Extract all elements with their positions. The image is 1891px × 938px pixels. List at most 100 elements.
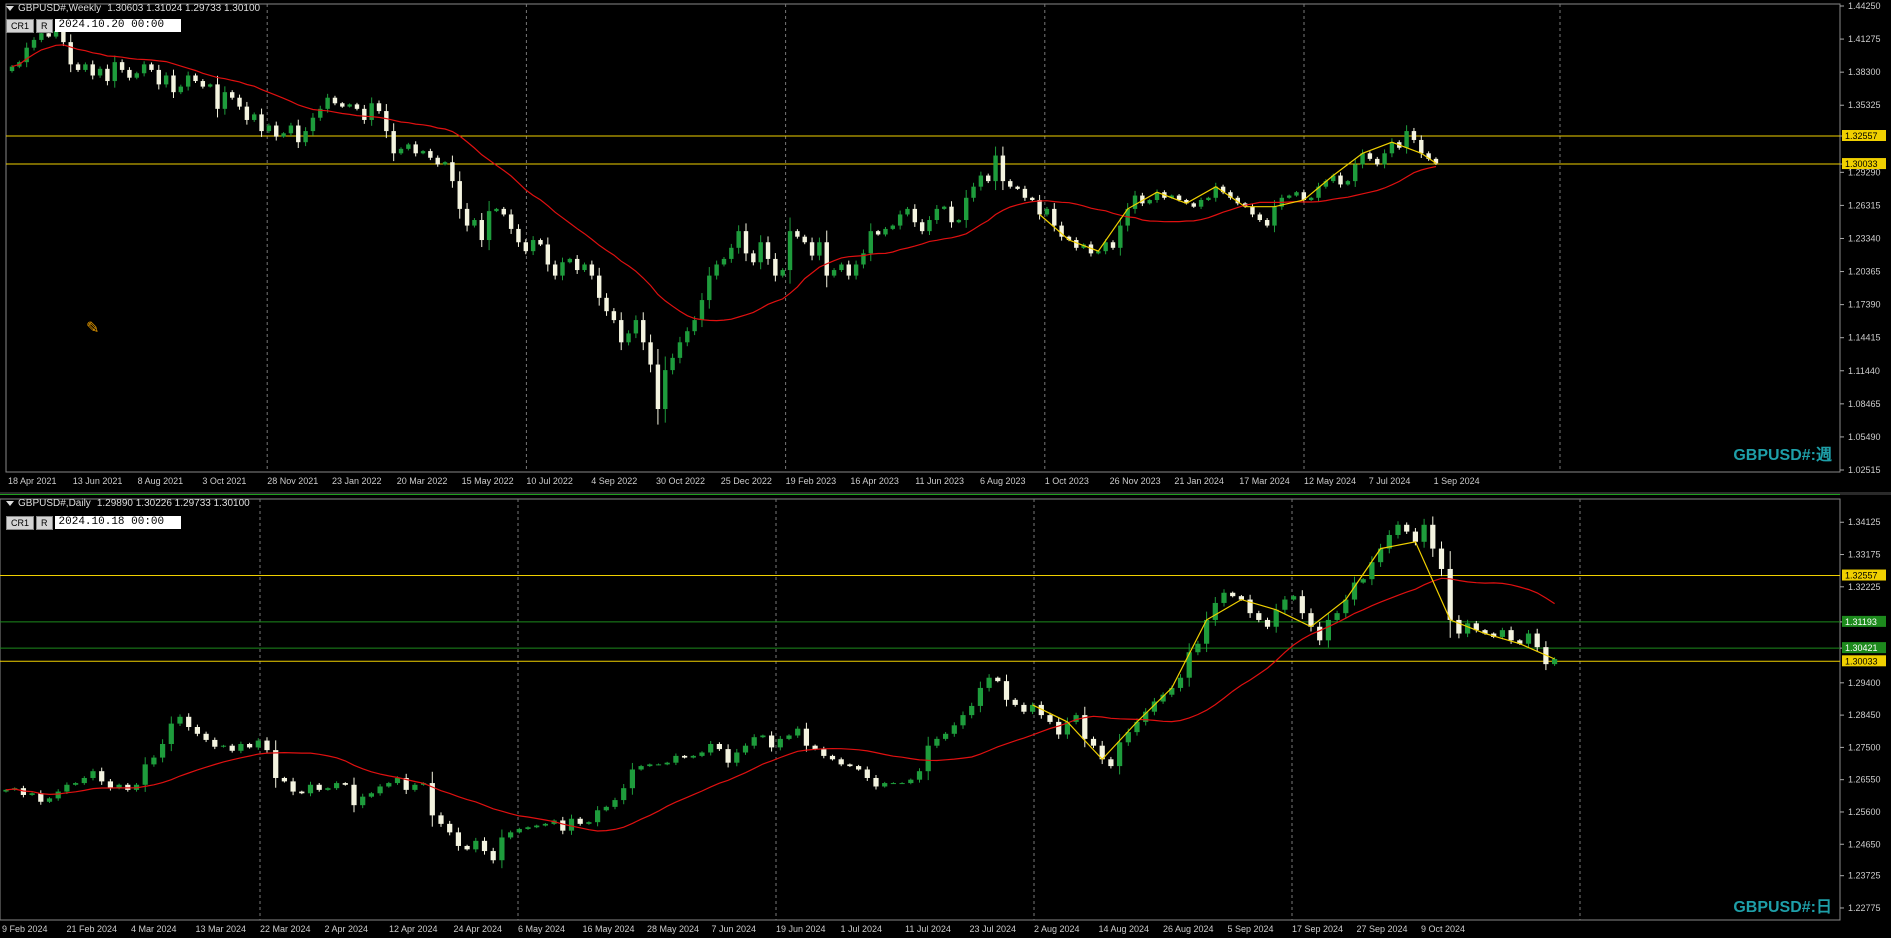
daily-cr1-button[interactable]: CR1 [6,516,35,530]
candle-body [31,39,37,48]
pencil-icon[interactable]: ✎ [86,318,99,338]
candle-body [266,125,272,132]
time-tick-label: 21 Jan 2024 [1174,476,1224,486]
weekly-date-input[interactable]: 2024.10.20 00:00 [54,19,181,32]
candle-body [1264,220,1270,226]
candle-body [288,125,294,134]
candle-body [171,75,176,93]
candle-body [714,264,719,276]
candle-body [398,148,404,154]
weekly-cr1-button[interactable]: CR1 [6,19,35,33]
time-tick-label: 25 Dec 2022 [721,476,772,486]
weekly-chart-header: GBPUSD#,Weekly 1.30603 1.31024 1.29733 1.… [6,3,266,14]
candle-body [194,727,201,734]
daily-date-input[interactable]: 2024.10.18 00:00 [54,516,181,529]
time-tick-label: 16 May 2024 [583,924,635,934]
candle-body [824,242,829,276]
candle-body [751,253,756,263]
level-price-label: 1.32557 [1845,571,1878,581]
candle-body [530,240,536,252]
candle-body [969,705,975,716]
candle-body [1404,131,1409,148]
candle-body [542,823,549,826]
candle-body [812,745,818,750]
price-tick-label: 1.28450 [1848,710,1881,720]
candle-body [708,743,714,753]
candle-body [281,133,286,137]
candle-body [1464,623,1471,634]
candle-body [391,131,396,154]
price-tick-label: 1.14415 [1848,333,1881,343]
daily-r-button[interactable]: R [36,516,53,530]
candle-body [899,783,905,785]
daily-controls: CR1 R 2024.10.18 00:00 [6,516,181,530]
price-tick-label: 1.29400 [1848,678,1881,688]
candle-body [1367,153,1373,159]
candle-body [332,97,338,104]
candle-body [325,788,331,790]
weekly-chart-canvas[interactable]: 18 Apr 2021 13 Jun 2021 8 Aug 2021 3 Oct 20… [0,0,1891,492]
weekly-r-button[interactable]: R [36,19,53,33]
candle-body [413,144,418,154]
candle-body [39,33,44,40]
candle-body [725,749,731,763]
candle-body [472,220,477,226]
candle-body [499,837,505,861]
time-tick-label: 17 Mar 2024 [1239,476,1290,486]
candle-body [1177,677,1184,688]
candle-body [838,759,844,765]
candle-body [97,68,103,76]
candle-body [238,743,244,751]
collapse-triangle-icon[interactable] [6,500,14,506]
candle-body [134,73,139,78]
time-tick-label: 13 Jun 2021 [73,476,123,486]
weekly-chart-pane[interactable]: 18 Apr 2021 13 Jun 2021 8 Aug 2021 3 Oct 20… [0,0,1891,492]
candle-body [589,264,595,276]
time-tick-label: 26 Aug 2024 [1163,924,1214,934]
candle-body [368,793,375,797]
weekly-symbol-watermark: GBPUSD#:週 [1733,447,1832,464]
candle-body [883,228,888,235]
candle-body [212,739,218,747]
collapse-triangle-icon[interactable] [6,5,14,11]
candle-body [1037,200,1042,215]
time-tick-label: 6 May 2024 [518,924,565,934]
time-tick-label: 26 Nov 2023 [1110,476,1161,486]
candle-body [1338,175,1343,185]
candle-body [376,103,382,112]
candle-body [663,370,668,410]
candle-body [742,745,749,753]
price-tick-label: 1.17390 [1848,300,1881,310]
candle-body [1273,609,1279,627]
candle-body [963,197,969,221]
candle-body [873,777,879,787]
candle-body [604,297,609,312]
weekly-ohlc-values: 1.30603 1.31024 1.29733 1.30100 [107,3,261,14]
candle-body [603,806,609,811]
candle-body [507,832,514,838]
candle-body [178,86,184,93]
candle-body [611,311,617,321]
candle-body [1082,715,1088,739]
candle-body [626,333,631,343]
candle-body [647,764,653,767]
time-tick-label: 8 Aug 2021 [138,476,184,486]
candle-body [560,262,565,276]
candle-body [934,738,940,746]
candle-body [159,743,166,758]
candle-body [780,270,785,276]
candle-body [568,818,575,831]
candle-body [1012,699,1018,705]
candle-body [119,62,125,70]
candle-body [847,764,853,767]
time-tick-label: 24 Apr 2024 [454,924,503,934]
level-price-label: 1.30033 [1845,656,1878,666]
candle-body [795,728,801,736]
daily-chart-canvas[interactable]: 9 Feb 2024 21 Feb 2024 4 Mar 2024 13 Mar 20… [0,495,1891,938]
candle-body [853,264,859,276]
daily-chart-pane[interactable]: 9 Feb 2024 21 Feb 2024 4 Mar 2024 13 Mar 20… [0,495,1891,938]
candle-body [912,208,918,223]
time-tick-label: 20 Mar 2022 [397,476,448,486]
price-tick-label: 1.35325 [1848,100,1881,110]
candle-body [1499,630,1506,637]
